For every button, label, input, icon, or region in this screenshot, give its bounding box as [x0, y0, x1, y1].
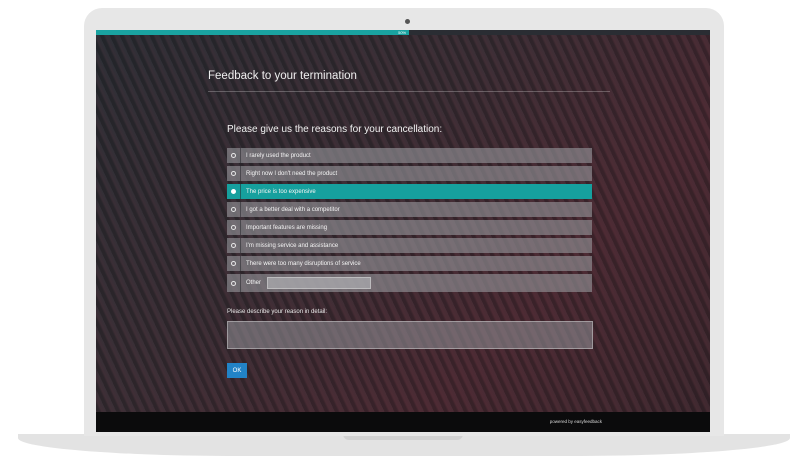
option-label: Other — [246, 280, 262, 286]
radio-cell — [227, 148, 241, 163]
radio-cell — [227, 166, 241, 181]
option-features-missing[interactable]: Important features are missing — [227, 220, 592, 235]
radio-icon[interactable] — [231, 189, 236, 194]
option-label: The price is too expensive — [246, 188, 316, 195]
radio-cell — [227, 202, 241, 217]
option-rarely-used[interactable]: I rarely used the product — [227, 148, 592, 163]
radio-icon[interactable] — [231, 153, 236, 158]
option-disruptions[interactable]: There were too many disruptions of servi… — [227, 256, 592, 271]
progress-label: 50% — [398, 30, 407, 35]
radio-cell — [227, 256, 241, 271]
progress-bar: 50% — [96, 30, 710, 35]
radio-cell — [227, 274, 241, 292]
radio-cell — [227, 238, 241, 253]
radio-icon[interactable] — [231, 171, 236, 176]
option-other[interactable]: Other — [227, 274, 592, 292]
detail-textarea[interactable] — [227, 321, 593, 349]
radio-icon[interactable] — [231, 261, 236, 266]
detail-label: Please describe your reason in detail: — [227, 309, 328, 315]
powered-by-text: powered by easyfeedback — [549, 419, 602, 424]
radio-icon[interactable] — [231, 243, 236, 248]
option-dont-need[interactable]: Right now I don't need the product — [227, 166, 592, 181]
option-label: Right now I don't need the product — [246, 170, 338, 177]
option-missing-service[interactable]: I'm missing service and assistance — [227, 238, 592, 253]
survey-screen: 50% Feedback to your termination Please … — [96, 30, 710, 432]
camera-icon — [405, 19, 410, 24]
question-text: Please give us the reasons for your canc… — [227, 124, 443, 135]
radio-icon[interactable] — [231, 207, 236, 212]
other-text-input[interactable] — [267, 277, 372, 289]
options-list: I rarely used the product Right now I do… — [227, 148, 592, 295]
option-competitor-deal[interactable]: I got a better deal with a competitor — [227, 202, 592, 217]
option-label: I rarely used the product — [246, 152, 311, 159]
radio-icon[interactable] — [231, 225, 236, 230]
radio-cell — [227, 184, 241, 199]
radio-cell — [227, 220, 241, 235]
footer-bar: powered by easyfeedback — [96, 412, 710, 432]
title-divider — [208, 91, 610, 92]
radio-icon[interactable] — [231, 280, 236, 286]
option-price-too-expensive[interactable]: The price is too expensive — [227, 184, 592, 199]
option-label: Important features are missing — [246, 224, 328, 231]
option-label: I'm missing service and assistance — [246, 242, 339, 249]
option-label: I got a better deal with a competitor — [246, 206, 340, 213]
ok-button[interactable]: OK — [227, 363, 247, 378]
page-title: Feedback to your termination — [208, 70, 357, 82]
option-label: There were too many disruptions of servi… — [246, 260, 361, 267]
